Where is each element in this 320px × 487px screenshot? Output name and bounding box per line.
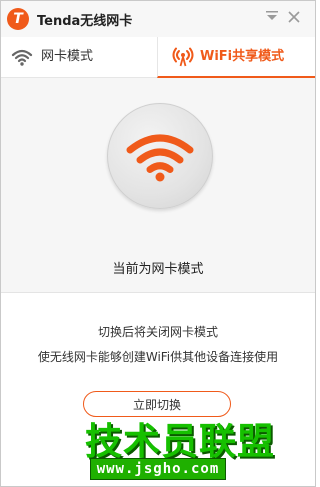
wifi-icon <box>11 49 33 66</box>
mode-tabs: 网卡模式 WiFi共享模式 <box>1 37 315 78</box>
minimize-icon <box>266 11 278 20</box>
dropdown-menu-button[interactable] <box>263 9 281 27</box>
status-indicator <box>107 103 213 209</box>
tab-wifi-share-mode-label: WiFi共享模式 <box>200 49 285 64</box>
wifi-icon <box>126 134 194 182</box>
switch-note-line2: 使无线网卡能够创建WiFi供其他设备连接使用 <box>37 350 279 364</box>
tab-adapter-mode[interactable]: 网卡模式 <box>1 37 157 77</box>
watermark-title: 技术员联盟 <box>85 420 275 463</box>
tab-adapter-mode-label: 网卡模式 <box>41 49 94 64</box>
close-button[interactable] <box>285 9 303 27</box>
close-icon <box>288 11 300 23</box>
app-window: T Tenda无线网卡 网卡模式 WiFi共享模式 当前为网卡模式 切换后将关闭… <box>0 0 316 487</box>
status-panel: 当前为网卡模式 <box>1 78 315 293</box>
window-title: Tenda无线网卡 <box>37 14 133 29</box>
tenda-logo: T <box>7 8 29 30</box>
watermark-url: www.jsgho.com <box>90 458 226 480</box>
wifi-share-icon <box>172 47 194 67</box>
switch-note-line1: 切换后将关闭网卡模式 <box>97 325 218 339</box>
tab-wifi-share-mode[interactable]: WiFi共享模式 <box>157 37 315 78</box>
title-bar[interactable]: T Tenda无线网卡 <box>1 1 315 37</box>
current-mode-status: 当前为网卡模式 <box>112 262 204 277</box>
